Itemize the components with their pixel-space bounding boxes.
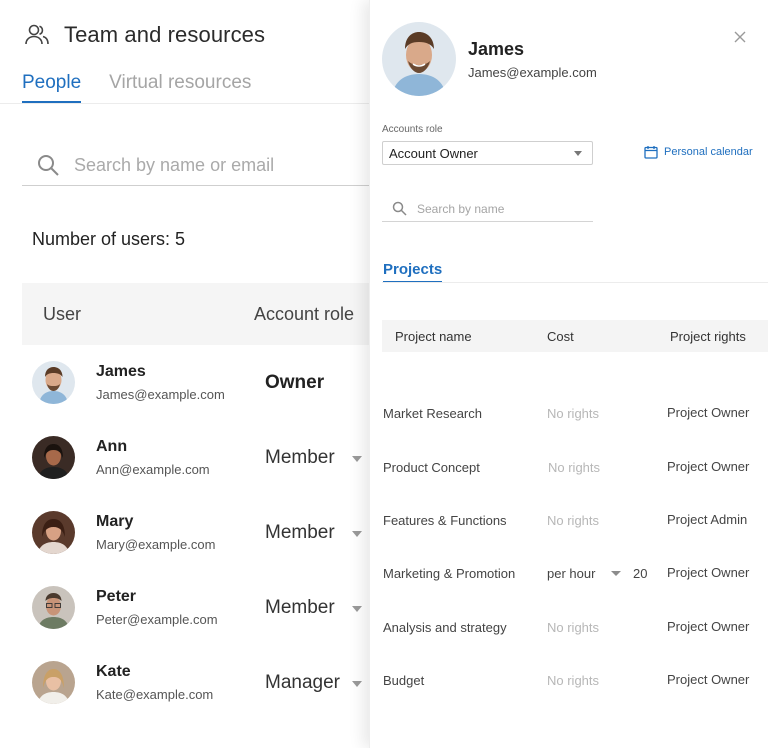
chevron-down-icon	[574, 151, 582, 156]
user-role: Owner	[265, 372, 325, 393]
accounts-role-label: Accounts role	[382, 124, 443, 135]
table-row[interactable]: Peter Peter@example.com Member	[22, 570, 370, 645]
user-details-panel: James James@example.com Accounts role Ac…	[369, 0, 768, 748]
project-name: Features & Functions	[383, 513, 507, 528]
project-rights[interactable]: Project Owner	[667, 405, 749, 420]
user-email: Ann@example.com	[96, 462, 210, 477]
chevron-down-icon[interactable]	[352, 531, 362, 537]
project-rights[interactable]: Project Owner	[667, 672, 749, 687]
column-header-cost: Cost	[547, 329, 574, 344]
user-email: Kate@example.com	[96, 687, 214, 702]
chevron-down-icon[interactable]	[611, 571, 621, 576]
tab-projects[interactable]: Projects	[383, 261, 443, 283]
close-icon[interactable]	[731, 28, 749, 46]
project-cost[interactable]: No rights	[547, 406, 599, 421]
table-row[interactable]: Mary Mary@example.com Member	[22, 495, 370, 570]
projects-tab-divider	[382, 282, 768, 283]
panel-user-email: James@example.com	[468, 65, 597, 80]
tab-virtual-resources[interactable]: Virtual resources	[109, 72, 251, 104]
user-role-dropdown[interactable]: Member	[265, 447, 335, 469]
users-count: Number of users: 5	[32, 229, 186, 249]
project-name: Budget	[383, 673, 425, 688]
project-rights[interactable]: Project Owner	[667, 459, 749, 474]
team-page: Team and resources People Virtual resour…	[0, 0, 370, 748]
avatar	[32, 436, 75, 479]
user-email: Mary@example.com	[96, 537, 216, 552]
project-rate[interactable]: 20	[633, 566, 647, 581]
avatar	[32, 661, 75, 704]
personal-calendar-link[interactable]: Personal calendar	[644, 145, 753, 159]
accounts-role-value: Account Owner	[389, 145, 478, 161]
column-header-project-rights: Project rights	[670, 329, 746, 344]
table-row[interactable]: James James@example.com Owner	[22, 345, 370, 420]
project-row[interactable]: Features & Functions No rights Project A…	[382, 509, 768, 533]
project-cost[interactable]: No rights	[547, 513, 599, 528]
avatar	[382, 22, 456, 96]
user-role-dropdown[interactable]: Member	[265, 597, 335, 619]
project-cost[interactable]: No rights	[547, 673, 599, 688]
project-rights[interactable]: Project Admin	[667, 512, 747, 527]
project-name: Marketing & Promotion	[383, 566, 516, 581]
tabs: People Virtual resources	[22, 72, 279, 104]
projects-table-header: Project name Cost Project rights	[382, 320, 768, 352]
user-name: Ann	[96, 438, 128, 455]
calendar-icon	[644, 146, 658, 159]
user-email: James@example.com	[96, 387, 225, 402]
panel-user-name: James	[468, 39, 525, 59]
search-box	[22, 145, 370, 186]
personal-calendar-label: Personal calendar	[664, 146, 753, 158]
search-icon	[38, 155, 59, 176]
tabs-divider	[0, 103, 370, 104]
user-name: Peter	[96, 588, 137, 605]
project-name: Product Concept	[383, 460, 480, 475]
column-header-project-name: Project name	[395, 329, 472, 344]
users-table-header: User Account role	[22, 283, 370, 345]
project-cost[interactable]: No rights	[548, 460, 600, 475]
project-row[interactable]: Budget No rights Project Owner	[382, 669, 768, 693]
tab-people[interactable]: People	[22, 72, 82, 104]
avatar	[32, 361, 75, 404]
user-role-dropdown[interactable]: Manager	[265, 672, 340, 694]
search-icon	[392, 201, 407, 216]
chevron-down-icon[interactable]	[352, 606, 362, 612]
project-rights[interactable]: Project Owner	[667, 619, 749, 634]
accounts-role-select[interactable]: Account Owner	[382, 141, 593, 165]
project-cost[interactable]: No rights	[547, 620, 599, 635]
user-role-dropdown[interactable]: Member	[265, 522, 335, 544]
project-name: Analysis and strategy	[383, 620, 507, 635]
project-rights[interactable]: Project Owner	[667, 565, 749, 580]
project-name: Market Research	[383, 406, 482, 421]
table-row[interactable]: Kate Kate@example.com Manager	[22, 645, 370, 720]
project-row[interactable]: Marketing & Promotion per hour 20 Projec…	[382, 562, 768, 586]
user-name: James	[96, 363, 146, 380]
user-name: Mary	[96, 513, 134, 530]
project-row[interactable]: Product Concept No rights Project Owner	[382, 456, 768, 480]
user-email: Peter@example.com	[96, 612, 218, 627]
column-header-user: User	[43, 303, 82, 324]
project-row[interactable]: Market Research No rights Project Owner	[382, 402, 768, 426]
avatar	[32, 511, 75, 554]
avatar	[32, 586, 75, 629]
project-search-box	[382, 196, 593, 222]
column-header-account-role: Account role	[254, 303, 355, 324]
user-name: Kate	[96, 663, 131, 680]
table-row[interactable]: Ann Ann@example.com Member	[22, 420, 370, 495]
chevron-down-icon[interactable]	[352, 456, 362, 462]
people-icon	[24, 22, 50, 48]
project-row[interactable]: Analysis and strategy No rights Project …	[382, 616, 768, 640]
project-search-input[interactable]	[417, 201, 587, 216]
search-input[interactable]	[74, 154, 354, 176]
page-title: Team and resources	[64, 22, 266, 47]
chevron-down-icon[interactable]	[352, 681, 362, 687]
page-header: Team and resources	[24, 22, 265, 48]
project-cost-select[interactable]: per hour	[547, 566, 595, 581]
